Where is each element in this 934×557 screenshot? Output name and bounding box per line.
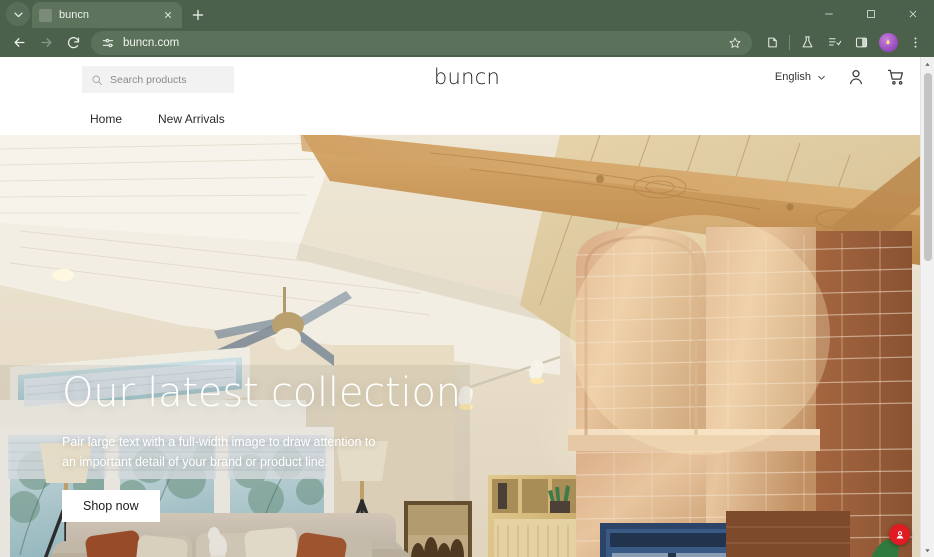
toolbar-divider — [789, 35, 790, 50]
site-favicon — [39, 8, 52, 22]
chevron-down-icon — [13, 12, 23, 17]
forward-arrow-icon — [41, 38, 51, 47]
close-icon — [909, 10, 917, 18]
hero-content: Our latest collection Pair large text wi… — [62, 370, 461, 522]
scroll-up-button[interactable] — [921, 57, 934, 71]
avatar — [878, 33, 898, 52]
maximize-icon — [867, 10, 875, 18]
flask-icon — [802, 36, 812, 48]
scroll-up-icon — [925, 62, 930, 66]
hero-banner: Our latest collection Pair large text wi… — [0, 135, 934, 557]
hero-subtitle: Pair large text with a full-width image … — [62, 434, 376, 469]
record-indicator — [889, 524, 910, 545]
reload-button[interactable] — [60, 30, 86, 56]
side-panel-icon — [855, 37, 867, 48]
profile-glyph-icon — [886, 38, 890, 44]
tab-strip: buncn — [0, 0, 934, 28]
site-navigation: Home New Arrivals — [0, 102, 934, 135]
tab-search-button[interactable] — [6, 2, 30, 26]
reading-list-button[interactable] — [821, 30, 847, 56]
url-text: buncn.com — [123, 36, 180, 49]
nav-link-new-arrivals[interactable]: New Arrivals — [158, 112, 225, 126]
nav-link-home[interactable]: Home — [90, 112, 122, 126]
reading-list-icon — [828, 38, 841, 46]
new-tab-button[interactable] — [185, 2, 211, 28]
tab-title: buncn — [59, 9, 89, 21]
tune-icon[interactable] — [101, 36, 115, 50]
page-scrollbar[interactable] — [920, 57, 934, 557]
record-marker-icon — [896, 530, 903, 538]
back-arrow-icon — [14, 38, 24, 47]
header-actions: English — [775, 67, 906, 87]
language-selector[interactable]: English — [775, 71, 826, 83]
browser-tab[interactable]: buncn — [32, 2, 182, 28]
back-button[interactable] — [6, 30, 32, 56]
experiments-button[interactable] — [794, 30, 820, 56]
reload-icon — [67, 37, 79, 49]
window-controls — [808, 0, 934, 28]
scroll-down-button[interactable] — [921, 543, 934, 557]
browser-window: buncn buncn.com Search products buncn En… — [0, 0, 934, 557]
close-icon — [164, 12, 171, 18]
maximize-button[interactable] — [850, 0, 892, 28]
close-window-button[interactable] — [892, 0, 934, 28]
plus-icon — [192, 9, 204, 21]
shop-now-button[interactable]: Shop now — [62, 489, 160, 522]
user-account-icon[interactable] — [846, 67, 866, 87]
side-panel-button[interactable] — [848, 30, 874, 56]
tab-close-button[interactable] — [160, 8, 175, 23]
browser-menu-button[interactable] — [902, 30, 928, 56]
scroll-down-icon — [925, 548, 930, 552]
address-bar[interactable]: buncn.com — [91, 30, 752, 55]
scrollbar-thumb[interactable] — [924, 73, 932, 261]
browser-toolbar: buncn.com — [0, 28, 934, 57]
extensions-icon — [767, 37, 777, 48]
shopping-cart-icon[interactable] — [886, 67, 906, 87]
profile-button[interactable] — [875, 30, 901, 56]
site-header: Search products buncn English — [0, 57, 934, 102]
minimize-button[interactable] — [808, 0, 850, 28]
language-label: English — [774, 71, 811, 83]
star-icon[interactable] — [728, 36, 742, 50]
extensions-button[interactable] — [759, 30, 785, 56]
page-viewport: Search products buncn English Home New A… — [0, 57, 934, 557]
chevron-down-icon — [818, 75, 825, 80]
minimize-icon — [825, 13, 833, 15]
kebab-menu-icon — [914, 37, 916, 48]
forward-button[interactable] — [33, 30, 59, 56]
hero-title: Our latest collection — [62, 370, 461, 416]
